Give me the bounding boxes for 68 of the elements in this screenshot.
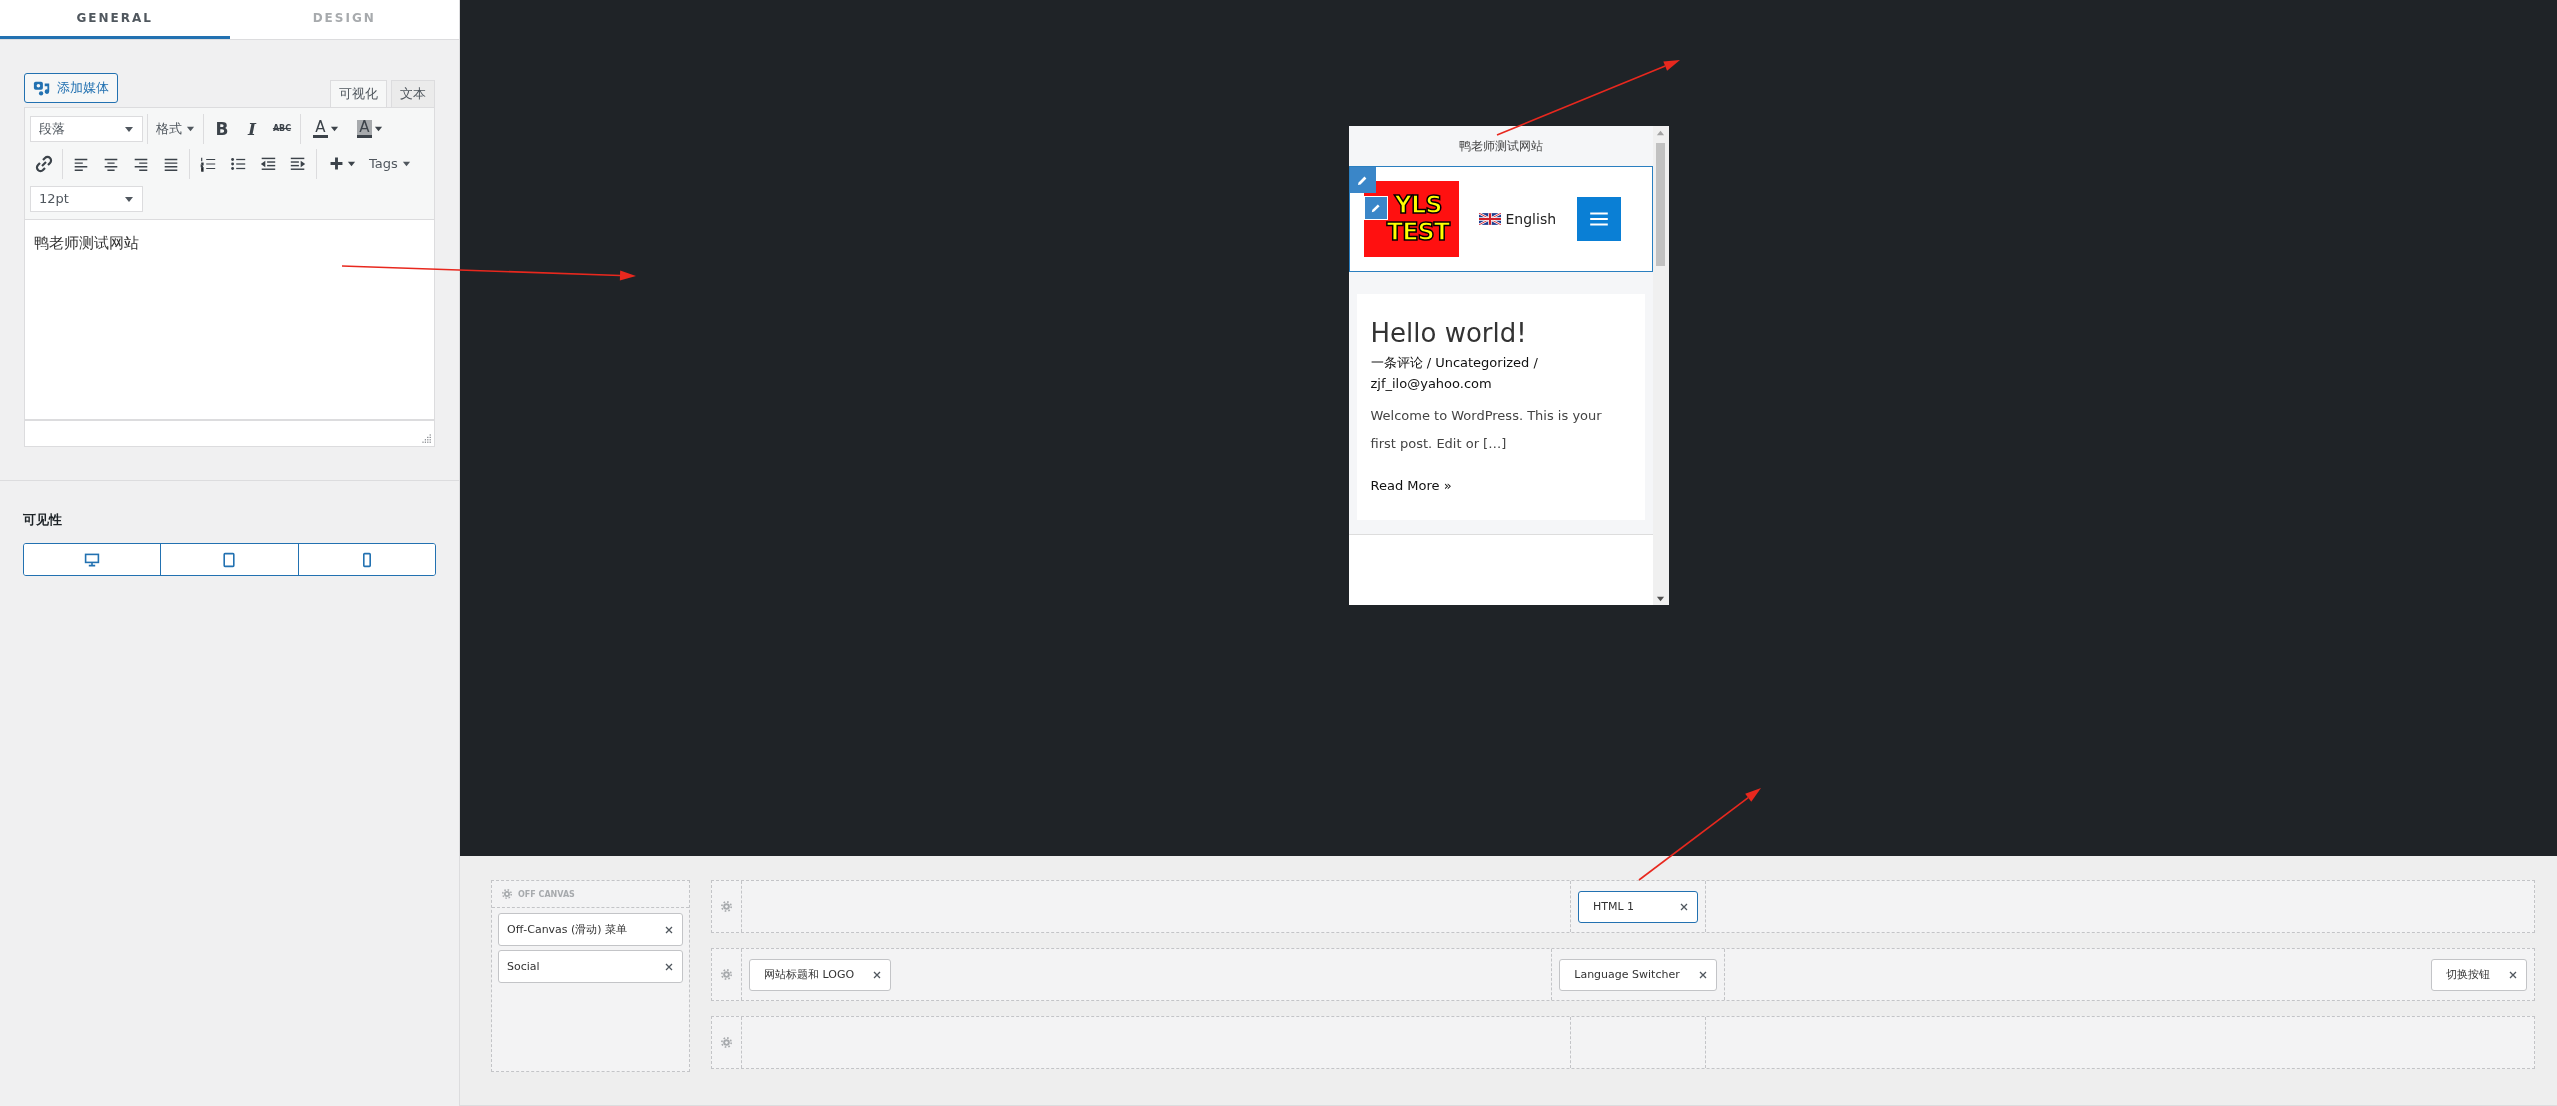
close-icon	[1679, 901, 1689, 912]
item-label: HTML 1	[1593, 900, 1635, 913]
builder-item[interactable]: Off-Canvas (滑动) 菜单	[498, 913, 683, 946]
italic-button[interactable]: I	[238, 114, 266, 143]
read-more-link[interactable]: Read More »	[1370, 478, 1452, 493]
scroll-up-icon	[1656, 129, 1665, 138]
link-icon	[34, 153, 54, 174]
editor-mode-tab[interactable]: 文本	[391, 80, 435, 107]
resize-handle-icon	[420, 432, 432, 444]
editor-content[interactable]: 鸭老师测试网站	[24, 220, 435, 420]
item-label: 网站标题和 LOGO	[764, 967, 855, 982]
settings-icon	[502, 889, 512, 899]
language-label: English	[1505, 211, 1557, 227]
settings-icon	[721, 901, 732, 912]
close-icon	[2508, 969, 2518, 980]
strikethrough-button[interactable]: ABC	[268, 114, 296, 143]
menu-button[interactable]	[1576, 197, 1621, 241]
item-label: Language Switcher	[1574, 968, 1680, 981]
caret-icon	[186, 124, 195, 133]
flag-icon	[1478, 213, 1501, 225]
text-color-button[interactable]: A	[305, 114, 347, 143]
desktop-icon	[84, 551, 101, 568]
menu-button[interactable]: 格式	[152, 114, 199, 143]
language-link[interactable]: English	[1478, 211, 1557, 227]
section-title: 可见性	[23, 511, 63, 529]
edit-button[interactable]	[1349, 167, 1376, 193]
settings-icon	[721, 969, 732, 980]
add-media-button[interactable]: 添加媒体	[24, 73, 118, 103]
scrollbar-thumb[interactable]	[1656, 143, 1665, 266]
builder-item[interactable]: Language Switcher	[1559, 958, 1717, 991]
bold-button[interactable]: B	[208, 114, 236, 143]
plus-icon	[328, 155, 345, 172]
close-icon	[872, 969, 883, 980]
tablet-icon	[221, 551, 238, 568]
scroll-down-icon	[1656, 594, 1665, 603]
post-title: Hello world!	[1370, 318, 1528, 348]
builder-item[interactable]: 切换按钮	[2431, 958, 2527, 991]
logo-text: TEST	[1386, 219, 1450, 246]
media-icon	[33, 79, 51, 97]
dropdown-select[interactable]: 段落	[30, 115, 143, 142]
builder-item[interactable]: Social	[498, 950, 683, 983]
caret-icon	[347, 159, 356, 168]
caret-icon	[329, 124, 339, 133]
color-letter: A	[313, 119, 328, 138]
builder-item[interactable]: 网站标题和 LOGO	[749, 958, 892, 991]
item-label: 切换按钮	[2446, 967, 2490, 982]
close-icon	[664, 924, 674, 935]
background-color-button[interactable]: A	[349, 114, 391, 143]
settings-icon	[721, 1037, 732, 1048]
logo-text: YLS	[1394, 192, 1442, 219]
post-meta: 一条评论 / Uncategorized / zjf_ilo@yahoo.com	[1370, 354, 1539, 393]
panel-title: OFF CANVAS	[518, 889, 575, 899]
caret-icon	[401, 159, 411, 168]
menu-button[interactable]: Tags	[365, 149, 415, 178]
close-icon	[664, 961, 674, 972]
post-excerpt: Welcome to WordPress. This is your first post. Edit or […]	[1370, 407, 1603, 453]
site-title: 鸭老师测试网站	[1457, 137, 1544, 155]
item-label: Social	[507, 960, 540, 973]
scrollbar[interactable]	[1652, 126, 1669, 605]
color-letter: A	[357, 119, 372, 138]
pencil-icon	[1369, 202, 1382, 214]
item-label: Off-Canvas (滑动) 菜单	[507, 922, 628, 937]
close-icon	[1697, 969, 1708, 980]
editor-mode-tab[interactable]: 可视化	[330, 80, 387, 107]
builder-item[interactable]: HTML 1	[1578, 890, 1698, 923]
dropdown-select[interactable]: 12pt	[30, 185, 143, 212]
caret-icon	[373, 124, 383, 133]
edit-button[interactable]	[1363, 196, 1388, 220]
